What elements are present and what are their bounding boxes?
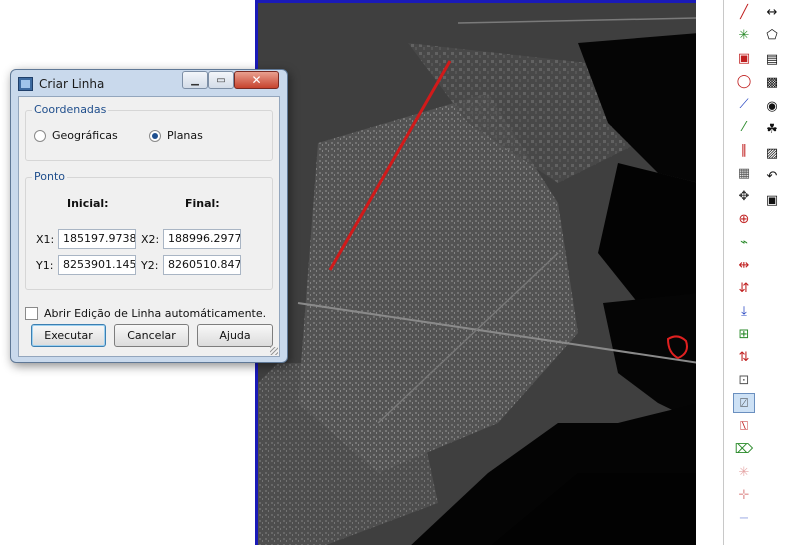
final-header: Final:: [185, 197, 220, 210]
y2-field[interactable]: 8260510.8470: [163, 255, 241, 275]
coordenadas-group: Coordenadas Geográficas Planas: [25, 103, 273, 161]
hatch-icon[interactable]: ▨: [761, 143, 783, 163]
snap-down-icon[interactable]: ⤓: [733, 301, 755, 321]
close-button[interactable]: ✕: [234, 71, 279, 89]
palette-icon[interactable]: ◉: [761, 96, 783, 116]
circle-edit-icon[interactable]: ◯: [733, 71, 755, 91]
executar-button[interactable]: Executar: [31, 324, 106, 347]
ponto-group: Ponto Inicial: Final: X1: 185197.9738 X2…: [25, 170, 273, 290]
swap-direction-icon[interactable]: ⇅: [733, 347, 755, 367]
vertex-edit-icon[interactable]: ✳: [733, 25, 755, 45]
y1-field[interactable]: 8253901.1451: [58, 255, 136, 275]
map-color-icon[interactable]: ▩: [761, 73, 783, 93]
y1-label: Y1:: [36, 259, 54, 272]
transform-icon[interactable]: ⊡: [733, 370, 755, 390]
merge-icon[interactable]: ⇵: [733, 278, 755, 298]
polygon-icon[interactable]: ⬠: [761, 26, 783, 46]
save-icon[interactable]: ▣: [761, 190, 783, 210]
radio-label: Planas: [167, 129, 203, 142]
ajuda-button[interactable]: Ajuda: [197, 324, 273, 347]
pan-icon[interactable]: ✛: [733, 485, 755, 505]
undo-icon[interactable]: ↶: [761, 167, 783, 187]
points-icon[interactable]: ✳: [733, 462, 755, 482]
edit-toolbar: ╱ ✳ ▣ ◯ ⟋ ⁄ ∥ ▦ ✥ ⊕ ⌁ ⇹ ⇵ ⤓ ⊞ ⇅ ⊡ ⍁ ⍂ ⌦ ✳ ✛ −: [731, 0, 757, 545]
segment-icon[interactable]: ⁄: [733, 117, 755, 137]
rectangle-edit-icon[interactable]: ▣: [733, 48, 755, 68]
criar-linha-dialog: Criar Linha ▁ ▭ ✕ Coordenadas Geográfica…: [10, 69, 288, 363]
measure-icon[interactable]: ↔: [761, 2, 783, 22]
radio-button-checked[interactable]: [149, 129, 161, 142]
auto-edit-option[interactable]: Abrir Edição de Linha automáticamente.: [25, 307, 266, 320]
edit-polygon-icon[interactable]: ⍂: [733, 416, 755, 436]
group-title-coordenadas: Coordenadas: [32, 103, 109, 116]
move-vertex-icon[interactable]: ⊕: [733, 209, 755, 229]
minus-icon[interactable]: −: [733, 508, 755, 528]
x1-label: X1:: [36, 233, 55, 246]
auto-edit-checkbox[interactable]: [25, 307, 38, 320]
move-icon[interactable]: ✥: [733, 186, 755, 206]
remove-node-icon[interactable]: ⌦: [733, 439, 755, 459]
split-icon[interactable]: ⇹: [733, 255, 755, 275]
map-toolbar: ↔ ⬠ ▤ ▩ ◉ ☘ ▨ ↶ ▣: [759, 0, 785, 545]
dialog-body: Coordenadas Geográficas Planas Ponto Ini…: [18, 96, 280, 357]
app-icon: [18, 77, 33, 91]
x1-field[interactable]: 185197.9738: [58, 229, 136, 249]
layers-icon[interactable]: ▤: [761, 49, 783, 69]
dialog-title: Criar Linha: [39, 77, 105, 91]
maximize-icon: ▭: [216, 74, 226, 86]
reshape-icon[interactable]: ⌁: [733, 232, 755, 252]
auto-edit-label: Abrir Edição de Linha automáticamente.: [44, 307, 267, 320]
map-canvas[interactable]: [255, 0, 696, 545]
radio-button[interactable]: [34, 129, 46, 142]
grid-add-icon[interactable]: ⊞: [733, 324, 755, 344]
radio-geograficas[interactable]: Geográficas: [34, 129, 118, 142]
initial-header: Inicial:: [67, 197, 109, 210]
grid-points-icon[interactable]: ▦: [733, 163, 755, 183]
minimize-button[interactable]: ▁: [182, 71, 208, 89]
x2-label: X2:: [141, 233, 160, 246]
y2-label: Y2:: [141, 259, 159, 272]
toolbar-separator: [723, 0, 724, 545]
satellite-image: [258, 3, 696, 545]
radio-planas[interactable]: Planas: [149, 129, 203, 142]
x2-field[interactable]: 188996.2977: [163, 229, 241, 249]
dialog-titlebar[interactable]: Criar Linha ▁ ▭ ✕: [11, 70, 287, 96]
draw-line-icon[interactable]: ╱: [733, 2, 755, 22]
group-title-ponto: Ponto: [32, 170, 67, 183]
create-line-icon[interactable]: ⍁: [733, 393, 755, 413]
maximize-button[interactable]: ▭: [208, 71, 234, 89]
minimize-icon: ▁: [191, 74, 199, 86]
close-icon: ✕: [251, 73, 262, 87]
cancelar-button[interactable]: Cancelar: [114, 324, 189, 347]
radio-label: Geográficas: [52, 129, 118, 142]
brazil-map-icon[interactable]: ☘: [761, 120, 783, 140]
polyline-edit-icon[interactable]: ⟋: [733, 94, 755, 114]
parallel-lines-icon[interactable]: ∥: [733, 140, 755, 160]
resize-grip[interactable]: [270, 347, 278, 355]
